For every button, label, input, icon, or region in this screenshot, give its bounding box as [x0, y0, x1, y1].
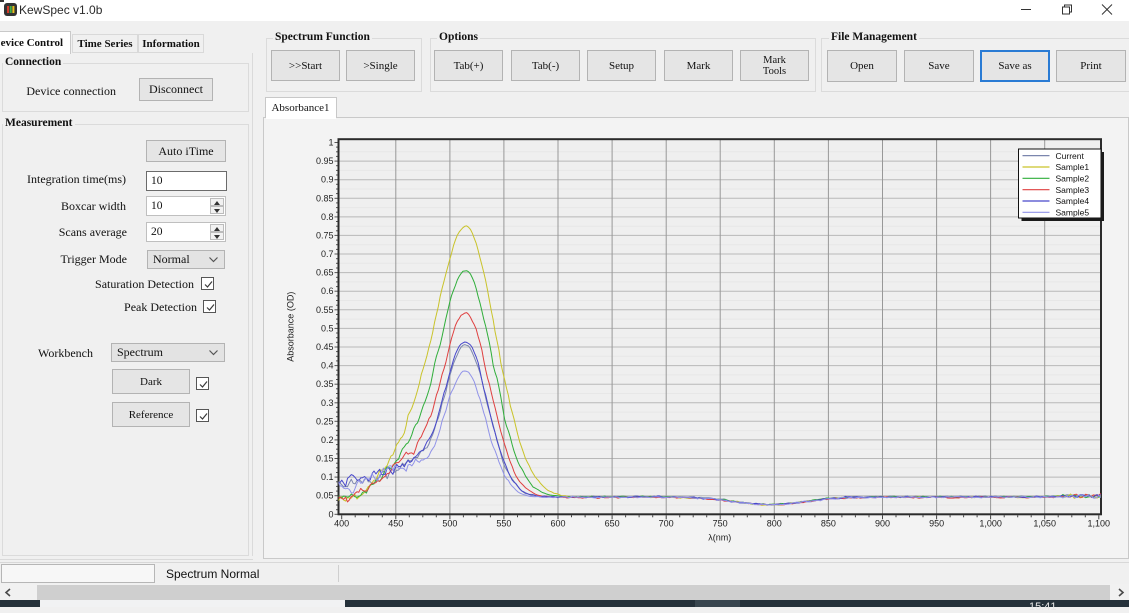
svg-text:λ(nm): λ(nm) [708, 532, 731, 542]
svg-text:450: 450 [388, 519, 403, 529]
svg-text:0.3: 0.3 [321, 398, 334, 408]
svg-text:400: 400 [334, 519, 349, 529]
svg-text:900: 900 [875, 519, 890, 529]
svg-text:0.4: 0.4 [321, 361, 334, 371]
svg-text:1,050: 1,050 [1033, 519, 1056, 529]
svg-text:1: 1 [328, 138, 333, 148]
svg-text:0.75: 0.75 [316, 230, 334, 240]
svg-text:0.65: 0.65 [316, 268, 334, 278]
svg-text:Sample3: Sample3 [1056, 185, 1090, 195]
svg-text:0.95: 0.95 [316, 156, 334, 166]
svg-text:Sample1: Sample1 [1056, 162, 1090, 172]
svg-text:0.6: 0.6 [321, 286, 334, 296]
svg-text:Sample4: Sample4 [1056, 196, 1090, 206]
svg-text:0.05: 0.05 [316, 491, 334, 501]
svg-text:600: 600 [550, 519, 565, 529]
svg-text:0.85: 0.85 [316, 193, 334, 203]
svg-text:Sample5: Sample5 [1056, 208, 1090, 218]
svg-text:0.55: 0.55 [316, 305, 334, 315]
svg-text:800: 800 [767, 519, 782, 529]
svg-text:1,000: 1,000 [979, 519, 1002, 529]
svg-text:1,100: 1,100 [1088, 519, 1111, 529]
svg-text:0.7: 0.7 [321, 249, 334, 259]
svg-text:0.45: 0.45 [316, 342, 334, 352]
svg-text:950: 950 [929, 519, 944, 529]
svg-text:700: 700 [659, 519, 674, 529]
svg-text:650: 650 [605, 519, 620, 529]
svg-text:0.9: 0.9 [321, 175, 334, 185]
svg-text:550: 550 [496, 519, 511, 529]
svg-text:0.25: 0.25 [316, 416, 334, 426]
svg-text:850: 850 [821, 519, 836, 529]
svg-text:0.2: 0.2 [321, 435, 334, 445]
svg-text:0.15: 0.15 [316, 454, 334, 464]
svg-text:750: 750 [713, 519, 728, 529]
svg-text:Current: Current [1056, 151, 1085, 161]
svg-text:0.35: 0.35 [316, 379, 334, 389]
svg-text:Absorbance (OD): Absorbance (OD) [286, 292, 296, 362]
svg-text:Sample2: Sample2 [1056, 174, 1090, 184]
svg-text:0.1: 0.1 [321, 472, 334, 482]
svg-text:0: 0 [328, 509, 333, 519]
svg-text:0.5: 0.5 [321, 323, 334, 333]
svg-text:0.8: 0.8 [321, 212, 334, 222]
svg-text:500: 500 [442, 519, 457, 529]
